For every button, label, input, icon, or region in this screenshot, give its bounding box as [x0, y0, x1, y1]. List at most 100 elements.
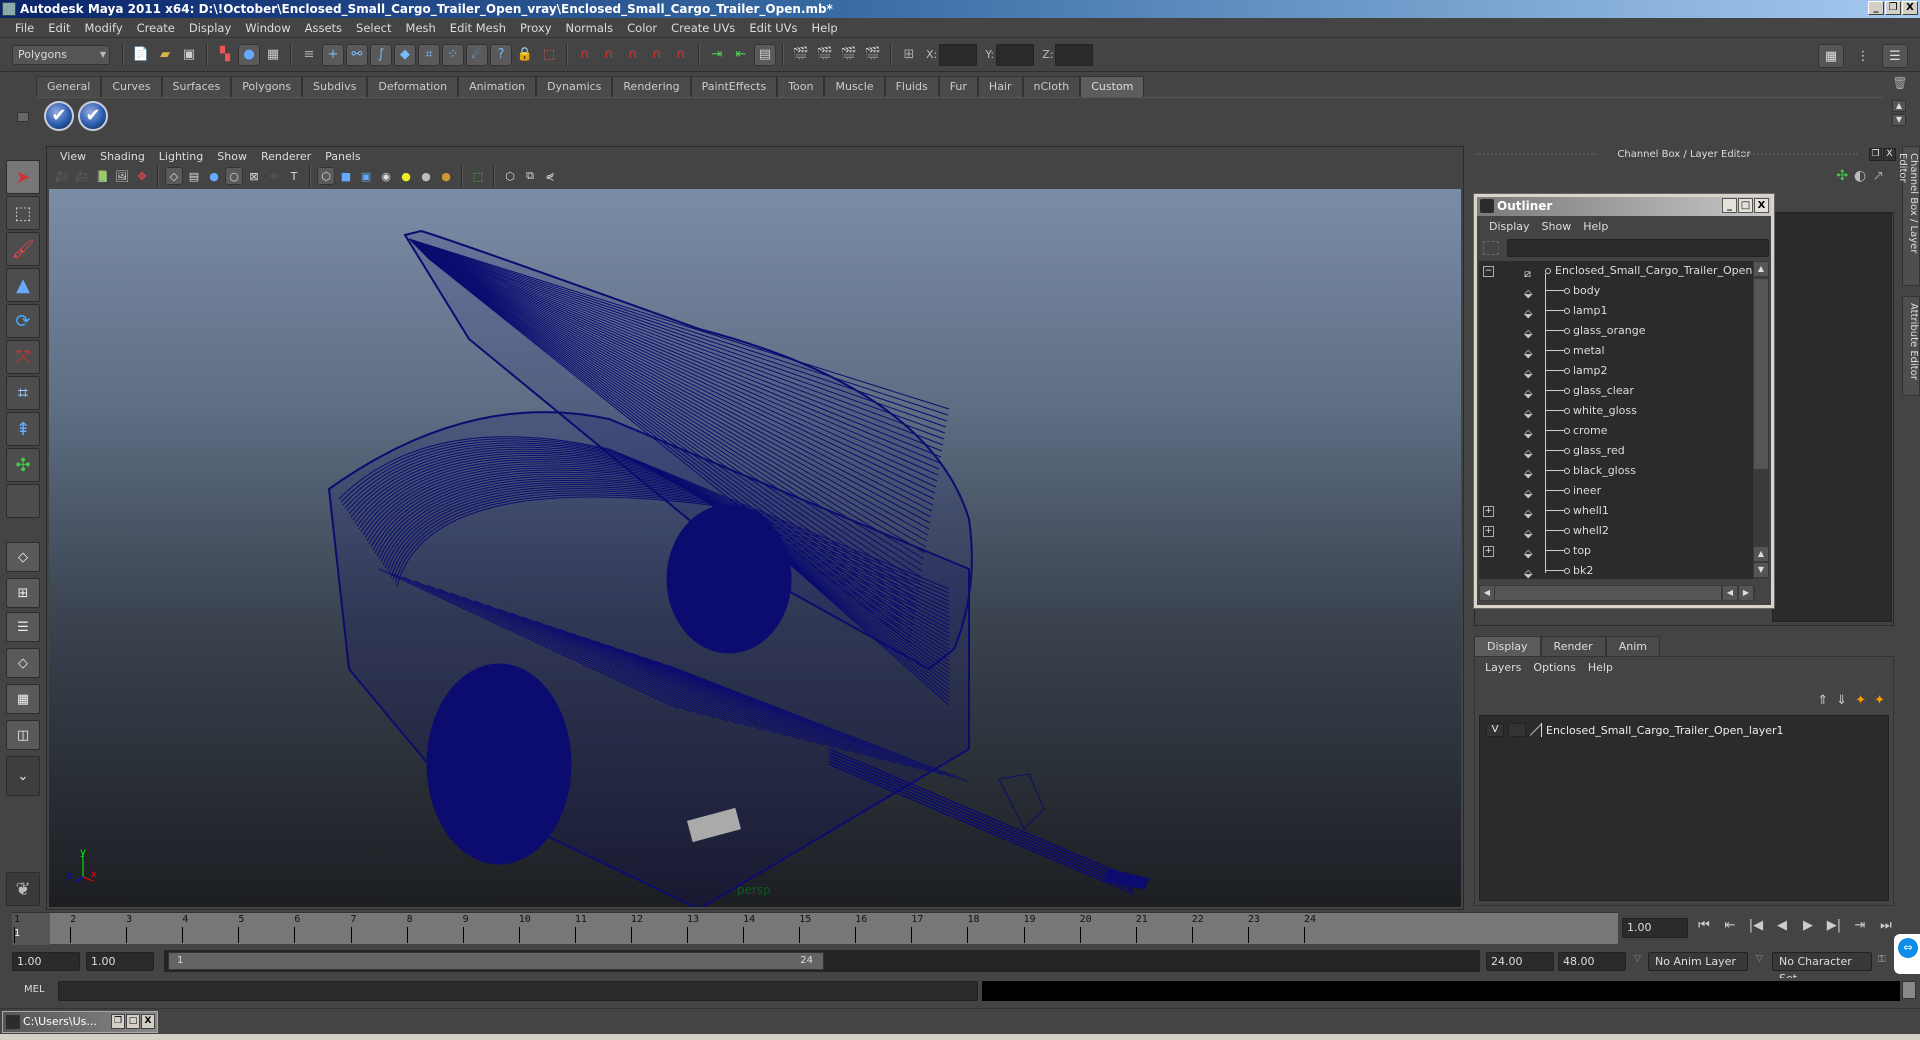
trash-icon[interactable]: 🗑	[1892, 76, 1908, 90]
ipr-render-icon[interactable]: 🎬	[838, 44, 860, 66]
use-all-lights-icon[interactable]: ●	[397, 167, 415, 185]
two-d-pan-zoom-icon[interactable]: ✥	[133, 167, 151, 185]
layer-row[interactable]: V Enclosed_Small_Cargo_Trailer_Open_laye…	[1486, 721, 1784, 739]
shelf-tab-general[interactable]: General	[36, 76, 102, 97]
time-slider[interactable]: 1 1 2 3 4 5 6 7 8 9 10 11 12 13 14 15 16 17 18 19 20 21 22 23 2…	[12, 912, 1618, 945]
close-button[interactable]: X	[141, 1014, 155, 1029]
shelf-scroll-up-icon[interactable]: ▲	[1892, 100, 1906, 112]
3d-viewport[interactable]: y x z persp	[49, 189, 1461, 907]
show-manipulator-tool[interactable]: ✣	[6, 448, 40, 482]
menu-set-dropdown[interactable]: Polygons	[12, 44, 110, 65]
shadows-icon[interactable]: ●	[417, 167, 435, 185]
render-view-icon[interactable]: 🎬	[790, 44, 812, 66]
y-input[interactable]	[996, 43, 1035, 66]
menu-color[interactable]: Color	[620, 21, 664, 35]
panel-menu-lighting[interactable]: Lighting	[152, 150, 210, 163]
safe-title-icon[interactable]: T	[285, 167, 303, 185]
outliner-item[interactable]: ⬙ lamp2	[1479, 361, 1755, 381]
close-button[interactable]: X	[1902, 1, 1918, 15]
move-layer-down-icon[interactable]: ⇓	[1836, 693, 1847, 708]
x-input[interactable]	[939, 43, 978, 66]
gate-mask-icon[interactable]: ○	[225, 167, 243, 185]
outliner-item[interactable]: ⬙ ineer	[1479, 481, 1755, 501]
teamviewer-icon[interactable]: ⇔	[1898, 938, 1918, 958]
highlight-selection-icon[interactable]: ⬚	[538, 44, 560, 66]
outliner-item[interactable]: ⬙ bk2	[1479, 561, 1755, 579]
outliner-menu-display[interactable]: Display	[1483, 220, 1536, 233]
panel-menu-view[interactable]: View	[53, 150, 93, 163]
shelf-tab-polygons[interactable]: Polygons	[231, 76, 303, 97]
mel-label[interactable]: MEL	[24, 984, 45, 995]
outliner-item[interactable]: ⬙ crome	[1479, 421, 1755, 441]
xray-icon[interactable]: ⬡	[501, 167, 519, 185]
layer-menu-options[interactable]: Options	[1527, 661, 1581, 674]
playback-start-field[interactable]: 1.00	[86, 952, 154, 971]
make-live-icon[interactable]: ∩	[670, 44, 692, 66]
smooth-shade-icon[interactable]: ■	[337, 167, 355, 185]
menu-select[interactable]: Select	[349, 21, 398, 35]
save-scene-icon[interactable]: ▣	[178, 44, 200, 66]
close-panel-button[interactable]: X	[1883, 148, 1896, 161]
shelf-tab-deformation[interactable]: Deformation	[367, 76, 459, 97]
expand-icon[interactable]: +	[1483, 506, 1494, 517]
shelf-tab-custom[interactable]: Custom	[1080, 76, 1145, 97]
isolate-select-icon[interactable]: ⬚	[469, 167, 487, 185]
anim-layer-dropdown[interactable]: No Anim Layer	[1648, 952, 1748, 971]
manipulator-icon[interactable]: ✣	[1836, 168, 1848, 184]
animation-start-field[interactable]: 1.00	[12, 952, 80, 971]
select-curves-icon[interactable]: ∫	[370, 43, 392, 66]
maya-logo-icon[interactable]: ❦	[6, 872, 40, 906]
outliner-item[interactable]: ⬙ lamp1	[1479, 301, 1755, 321]
character-set-dropdown-arrow-icon[interactable]: ▽	[1756, 954, 1763, 964]
expand-icon[interactable]: +	[1483, 546, 1494, 557]
layer-tab-display[interactable]: Display	[1474, 636, 1541, 656]
channel-box-toggle-icon[interactable]: ☰	[1882, 44, 1908, 68]
shelf-tab-dynamics[interactable]: Dynamics	[536, 76, 613, 97]
layer-name[interactable]: Enclosed_Small_Cargo_Trailer_Open_layer1	[1546, 724, 1784, 737]
shelf-tab-curves[interactable]: Curves	[101, 76, 162, 97]
layer-tab-render[interactable]: Render	[1540, 636, 1606, 656]
trailer-wireframe-model[interactable]	[49, 189, 1461, 907]
textured-icon[interactable]: ◉	[377, 167, 395, 185]
layout-menu-icon[interactable]: ⌄	[6, 756, 40, 796]
outliner-item[interactable]: + ⬙ whell1	[1479, 501, 1755, 521]
scale-tool[interactable]: ⤧	[6, 340, 40, 374]
outliner-search-input[interactable]	[1507, 239, 1769, 257]
layer-menu-layers[interactable]: Layers	[1479, 661, 1527, 674]
step-forward-key-icon[interactable]: ▶|	[1824, 918, 1844, 933]
tool-settings-toggle-icon[interactable]: ⋮	[1850, 44, 1876, 68]
input-ops-icon[interactable]: ⇥	[706, 44, 728, 66]
persp-graph-layout-icon[interactable]: ◇	[6, 648, 40, 678]
outliner-item[interactable]: ⬙ black_gloss	[1479, 461, 1755, 481]
step-forward-frame-icon[interactable]: ⇥	[1850, 918, 1870, 933]
outliner-item[interactable]: ⬙ glass_clear	[1479, 381, 1755, 401]
range-slider[interactable]: 1 24	[164, 950, 1480, 972]
wireframe-icon[interactable]: ⬡	[317, 167, 335, 185]
menu-edit[interactable]: Edit	[41, 21, 77, 35]
shelf-scroll-down-icon[interactable]: ▼	[1892, 114, 1906, 126]
go-to-start-icon[interactable]: ⏮	[1694, 918, 1714, 933]
select-by-component-icon[interactable]: ▦	[262, 44, 284, 66]
go-to-end-icon[interactable]: ⏭	[1876, 918, 1896, 933]
scroll-thumb[interactable]	[1495, 586, 1721, 600]
scroll-left-icon[interactable]: ◀	[1480, 586, 1494, 600]
outliner-menu-show[interactable]: Show	[1536, 220, 1578, 233]
filter-icon[interactable]	[1483, 241, 1499, 255]
wireframe-on-shaded-icon[interactable]: ▣	[357, 167, 375, 185]
rotate-tool[interactable]: ⟳	[6, 304, 40, 338]
outliner-item[interactable]: ⬙ glass_red	[1479, 441, 1755, 461]
speed-icon[interactable]: ◐	[1854, 168, 1866, 184]
select-joints-icon[interactable]: ⚯	[346, 43, 368, 66]
shelf-tab-toon[interactable]: Toon	[777, 76, 825, 97]
layer-visibility-toggle[interactable]: V	[1486, 723, 1504, 737]
scroll-thumb[interactable]	[1754, 279, 1768, 469]
outliner-item[interactable]: + ⬙ whell2	[1479, 521, 1755, 541]
paint-select-tool[interactable]: 🖌	[6, 232, 40, 266]
high-quality-icon[interactable]: ●	[437, 167, 455, 185]
float-panel-button[interactable]: ❐	[1869, 148, 1882, 161]
layer-menu-help[interactable]: Help	[1582, 661, 1619, 674]
step-back-frame-icon[interactable]: ⇤	[1720, 918, 1740, 933]
move-layer-up-icon[interactable]: ⇑	[1817, 693, 1828, 708]
shelf-tab-subdivs[interactable]: Subdivs	[302, 76, 368, 97]
select-by-hierarchy-icon[interactable]: ▚	[214, 44, 236, 66]
